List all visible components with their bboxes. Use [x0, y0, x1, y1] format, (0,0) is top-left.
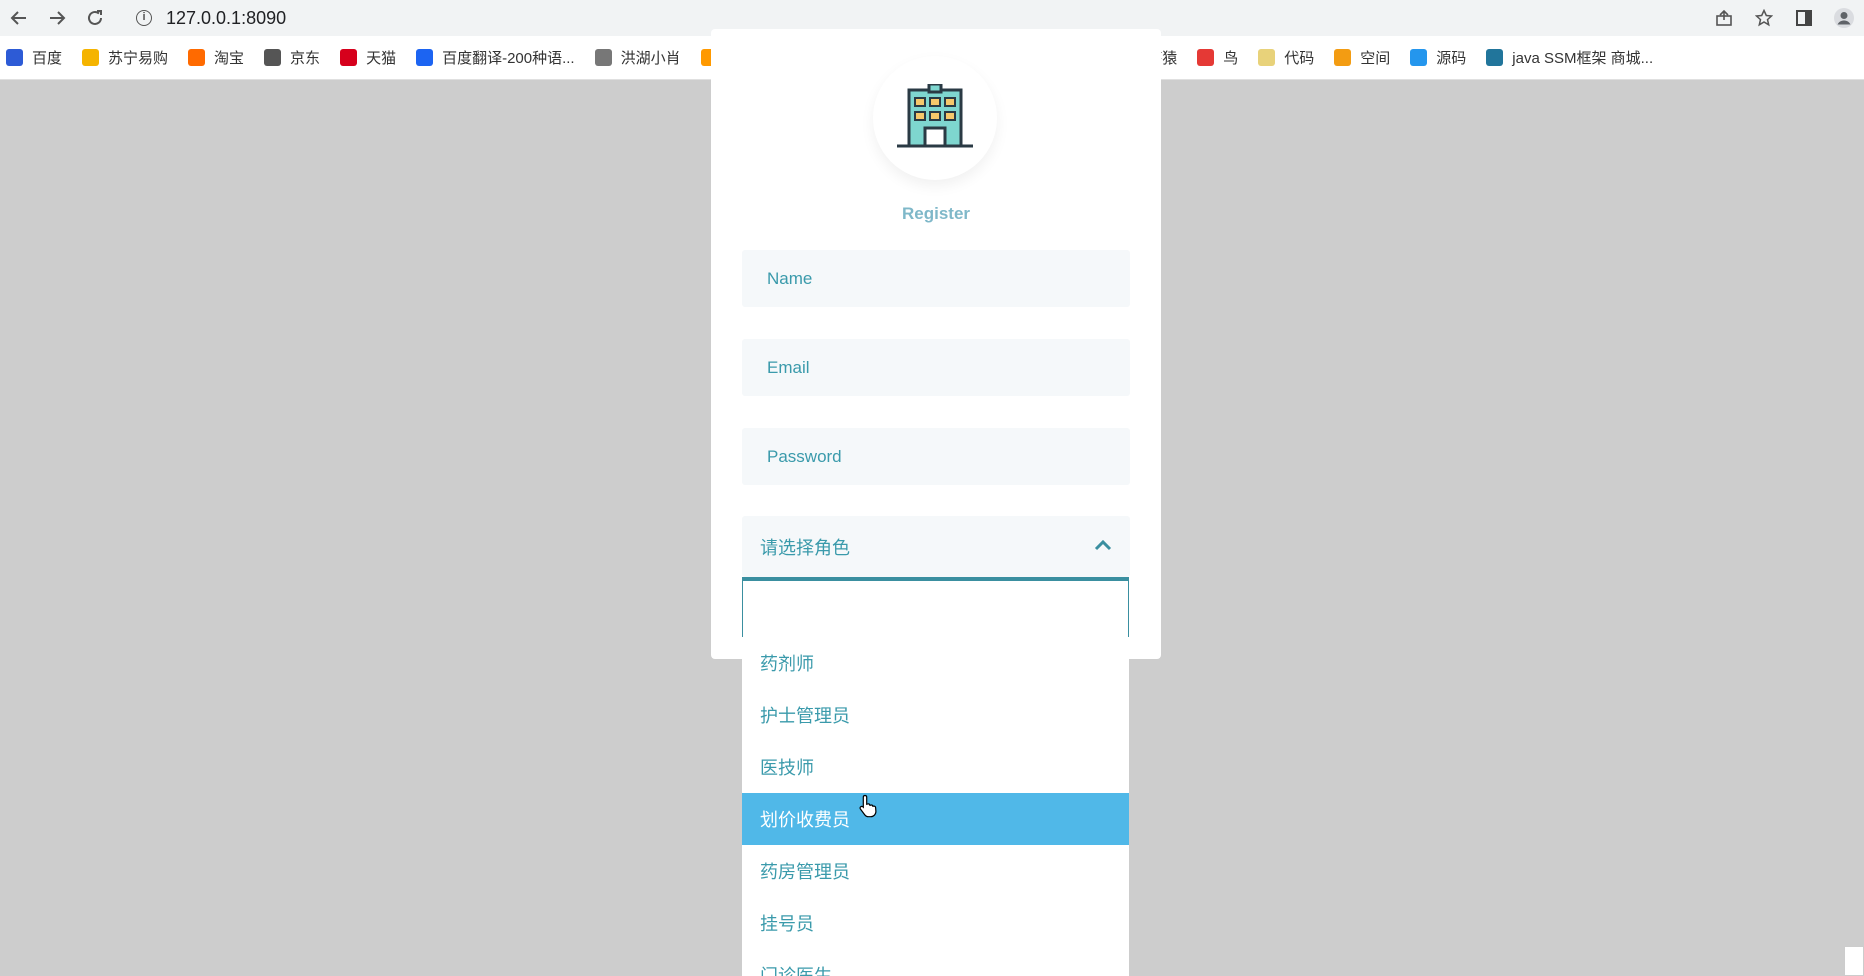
side-panel-icon[interactable] [1784, 0, 1824, 36]
bookmark-label: 苏宁易购 [108, 50, 169, 67]
tmall-icon [340, 49, 358, 66]
password-placeholder: Password [767, 446, 842, 466]
name-field[interactable]: Name [742, 250, 1130, 307]
bookmark-label: 源码 [1436, 50, 1467, 67]
bee-icon [594, 49, 612, 66]
option-label: 护士管理员 [760, 706, 850, 726]
bookmark-item[interactable]: java SSM框架 商城... [1486, 47, 1653, 68]
dropdown-option[interactable]: 护士管理员 [742, 689, 1129, 741]
option-label: 药剂师 [760, 654, 814, 674]
toolbar-right-icons [1704, 0, 1864, 36]
form-title: Register [901, 204, 971, 223]
option-label: 门诊医生 [760, 966, 832, 976]
hand-cursor-icon [859, 794, 877, 823]
share-icon[interactable] [1704, 0, 1744, 36]
name-placeholder: Name [767, 268, 813, 288]
back-arrow-icon[interactable] [0, 0, 38, 36]
reload-icon[interactable] [76, 0, 114, 36]
bird-icon [1197, 49, 1215, 66]
bookmark-item[interactable]: 苏宁易购 [82, 47, 168, 68]
bookmark-label: 淘宝 [214, 50, 245, 67]
docker-icon [1410, 49, 1428, 66]
option-label: 药房管理员 [760, 862, 850, 882]
forward-arrow-icon[interactable] [38, 0, 76, 36]
globe-icon [264, 49, 282, 66]
bookmark-item[interactable]: 代码 [1258, 47, 1314, 68]
translate-icon [416, 49, 434, 66]
bookmark-item[interactable]: 空间 [1334, 47, 1390, 68]
bookmark-item[interactable]: 鸟 [1197, 47, 1238, 68]
profile-avatar-icon[interactable] [1824, 0, 1864, 36]
bookmark-label: 京东 [290, 50, 321, 67]
baidu-icon [6, 49, 23, 66]
site-info-icon[interactable]: i [136, 10, 152, 26]
password-field[interactable]: Password [742, 428, 1130, 485]
role-select[interactable]: 请选择角色 [742, 516, 1130, 577]
suning-icon [82, 49, 100, 66]
dropdown-search-box[interactable] [742, 581, 1129, 637]
dropdown-option[interactable]: 门诊医生 [742, 949, 1129, 976]
taobao-icon [188, 49, 206, 66]
bookmark-label: 百度翻译-200种语... [442, 50, 575, 67]
bookmark-item[interactable]: 洪湖小肖 [594, 47, 681, 68]
qzone-icon [1334, 49, 1352, 66]
option-label: 划价收费员 [760, 810, 850, 830]
dropdown-option[interactable]: 挂号员 [742, 897, 1129, 949]
bookmark-label: 空间 [1360, 50, 1391, 67]
url-text: 127.0.0.1:8090 [166, 7, 287, 28]
bookmark-item[interactable]: 源码 [1410, 47, 1466, 68]
bookmark-label: 代码 [1284, 50, 1315, 67]
code-icon [1258, 49, 1276, 66]
bookmark-item[interactable]: 京东 [264, 47, 320, 68]
option-label: 医技师 [760, 758, 814, 778]
chevron-up-icon[interactable] [1094, 536, 1112, 557]
bookmark-item[interactable]: 百度 [6, 47, 62, 68]
dropdown-option-highlighted[interactable]: 划价收费员 [742, 793, 1129, 845]
bookmark-label: java SSM框架 商城... [1512, 50, 1654, 67]
bookmark-item[interactable]: 天猫 [340, 47, 396, 68]
role-select-label: 请选择角色 [760, 537, 850, 558]
bookmark-label: 天猫 [366, 50, 397, 67]
email-placeholder: Email [767, 357, 810, 377]
star-icon[interactable] [1744, 0, 1784, 36]
email-field[interactable]: Email [742, 339, 1130, 396]
bookmark-label: 洪湖小肖 [620, 50, 681, 67]
option-label: 挂号员 [760, 914, 814, 934]
dropdown-option[interactable]: 药房管理员 [742, 845, 1129, 897]
logo-circle [873, 56, 997, 180]
bookmark-item[interactable]: 淘宝 [188, 47, 244, 68]
bookmark-label: 鸟 [1223, 50, 1239, 67]
dropdown-option[interactable]: 医技师 [742, 741, 1129, 793]
bookmark-label: 百度 [32, 50, 63, 67]
role-dropdown: 药剂师 护士管理员 医技师 划价收费员 药房管理员 挂号员 门诊医生 [742, 577, 1129, 976]
hospital-building-icon [893, 82, 977, 153]
dropdown-option[interactable]: 药剂师 [742, 637, 1129, 689]
corner-extension-badge[interactable] [1844, 946, 1864, 976]
wordpress-icon [1486, 49, 1504, 66]
bookmark-item[interactable]: 百度翻译-200种语... [416, 47, 575, 68]
